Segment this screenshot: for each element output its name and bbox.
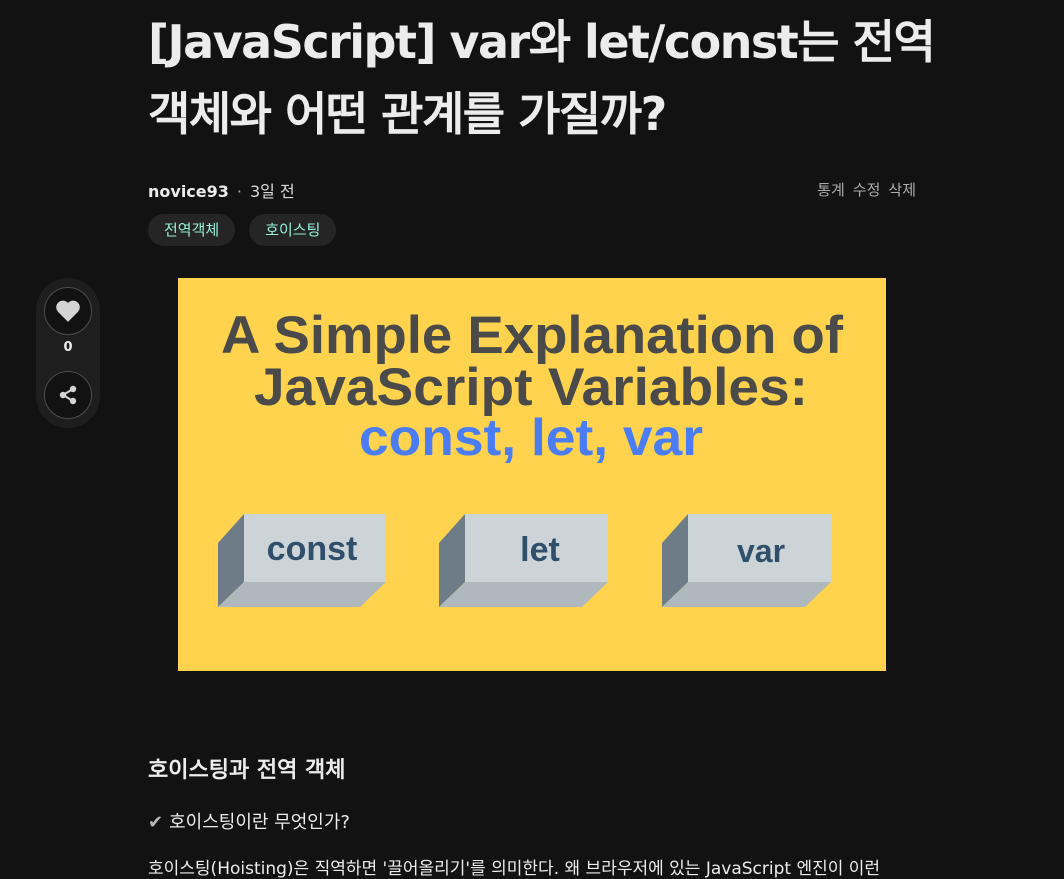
- meta-separator: ·: [236, 182, 242, 201]
- thumbnail-line-3: const, let, var: [359, 409, 703, 467]
- body-paragraph: 호이스팅(Hoisting)은 직역하면 '끌어올리기'를 의미한다. 왜 브라…: [148, 859, 881, 879]
- tag-list: 전역객체 호이스팅: [148, 214, 337, 246]
- author-name[interactable]: novice93: [148, 182, 229, 201]
- post-date: 3일 전: [250, 182, 295, 201]
- share-button[interactable]: [44, 371, 92, 419]
- tag-global-object[interactable]: 전역객체: [148, 214, 236, 246]
- var-block-label: var: [737, 533, 785, 569]
- var-block: var: [662, 514, 831, 607]
- subheading: ✔ 호이스팅이란 무엇인가?: [148, 808, 350, 834]
- post-title: [JavaScript] var와 let/const는 전역 객체와 어떤 관…: [148, 15, 936, 141]
- const-block-label: const: [267, 530, 358, 568]
- like-button[interactable]: [44, 287, 92, 335]
- stats-link[interactable]: 통계: [817, 181, 845, 199]
- heart-icon: [56, 300, 80, 322]
- subheading-text: 호이스팅이란 무엇인가?: [169, 812, 350, 833]
- post-meta: novice93 · 3일 전: [148, 178, 295, 202]
- let-block-label: let: [520, 531, 560, 569]
- thumbnail-line-1: A Simple Explanation of: [221, 306, 843, 365]
- let-block: let: [439, 514, 608, 607]
- floating-sidebar: 0: [36, 278, 100, 428]
- checkmark-icon: ✔: [148, 812, 164, 833]
- like-count: 0: [63, 340, 73, 355]
- post-actions: 통계 수정 삭제: [809, 179, 916, 200]
- edit-link[interactable]: 수정: [853, 181, 881, 199]
- tag-hoisting[interactable]: 호이스팅: [249, 214, 337, 246]
- thumbnail-graphic: A Simple Explanation of JavaScript Varia…: [178, 278, 886, 671]
- thumbnail-image: A Simple Explanation of JavaScript Varia…: [178, 278, 886, 671]
- delete-link[interactable]: 삭제: [888, 181, 916, 199]
- section-heading: 호이스팅과 전역 객체: [148, 758, 346, 783]
- const-block: const: [218, 514, 386, 607]
- share-icon: [59, 385, 77, 405]
